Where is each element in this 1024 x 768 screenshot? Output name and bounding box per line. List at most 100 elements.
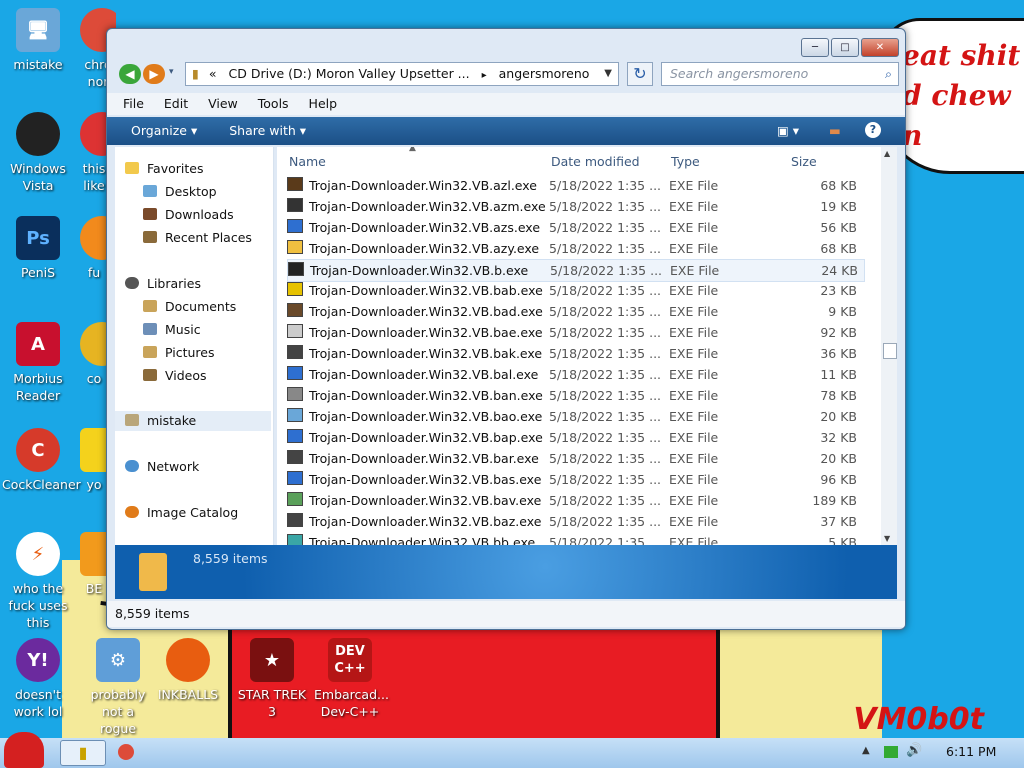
- desktop-icon-inkballs[interactable]: INKBALLS: [152, 638, 224, 703]
- desktop-icon-label: mistake: [13, 57, 63, 72]
- desktop-icon-yo[interactable]: yo: [80, 428, 108, 493]
- file-row[interactable]: Trojan-Downloader.Win32.VB.bar.exe 5/18/2…: [287, 448, 863, 469]
- nav-libraries[interactable]: Libraries: [125, 274, 201, 294]
- file-row[interactable]: Trojan-Downloader.Win32.VB.bb.exe 5/18/20…: [287, 532, 863, 545]
- start-button[interactable]: [4, 732, 44, 768]
- share-with-button[interactable]: Share with ▾: [229, 123, 306, 138]
- forward-button[interactable]: ▶: [143, 64, 165, 84]
- desktop-icon-probably-not-a-rogue[interactable]: ⚙ probably not a rogue: [82, 638, 154, 737]
- scrollbar-thumb[interactable]: [883, 343, 897, 359]
- close-button[interactable]: ✕: [861, 38, 899, 57]
- file-row[interactable]: Trojan-Downloader.Win32.VB.baz.exe 5/18/2…: [287, 511, 863, 532]
- desktop-icon-co[interactable]: co: [80, 322, 108, 387]
- desktop-icon-doesnt-work[interactable]: Y! doesn't work lol: [2, 638, 74, 720]
- address-segment-folder[interactable]: angersmoreno: [499, 66, 590, 81]
- app-icon: [80, 112, 108, 156]
- address-bar[interactable]: ▮ « CD Drive (D:) Moron Valley Upsetter …: [185, 62, 619, 86]
- file-row[interactable]: Trojan-Downloader.Win32.VB.bab.exe 5/18/2…: [287, 280, 863, 301]
- desktop-icon-cockcleaner[interactable]: C CockCleaner: [2, 428, 81, 493]
- column-header-size[interactable]: Size: [791, 151, 817, 173]
- nav-downloads[interactable]: Downloads: [143, 205, 234, 225]
- desktop-icon-windows-vista[interactable]: Windows Vista: [2, 112, 74, 194]
- file-row[interactable]: Trojan-Downloader.Win32.VB.bad.exe 5/18/2…: [287, 301, 863, 322]
- file-size: 23 KB: [820, 283, 857, 298]
- file-date: 5/18/2022 1:35 ...: [549, 220, 662, 235]
- menu-tools[interactable]: Tools: [258, 96, 289, 111]
- desktop-icon-label: PeniS: [20, 265, 56, 280]
- chrome-icon[interactable]: [118, 744, 134, 760]
- desktop-icon-mistake[interactable]: 🖥 mistake: [2, 8, 74, 73]
- vertical-scrollbar[interactable]: ▲ ▼: [881, 147, 897, 545]
- nav-favorites[interactable]: Favorites: [125, 159, 203, 179]
- desktop-icon-be[interactable]: BE: [80, 532, 108, 597]
- exe-file-icon: [287, 198, 303, 212]
- views-icon[interactable]: ▣ ▾: [777, 117, 799, 145]
- nav-image-catalog[interactable]: Image Catalog: [125, 503, 238, 523]
- column-header-type[interactable]: Type: [671, 151, 700, 173]
- volume-icon[interactable]: 🔊: [906, 743, 922, 758]
- tray-expand-icon[interactable]: ▲: [862, 745, 870, 756]
- ccleaner-icon: C: [16, 428, 60, 472]
- file-row[interactable]: Trojan-Downloader.Win32.VB.azm.exe 5/18/2…: [287, 196, 863, 217]
- nav-network[interactable]: Network: [125, 457, 199, 477]
- taskbar-explorer-button[interactable]: ▮: [60, 740, 106, 766]
- address-dropdown-icon[interactable]: ▼: [604, 63, 612, 85]
- help-icon[interactable]: ?: [865, 122, 881, 138]
- file-row[interactable]: Trojan-Downloader.Win32.VB.b.exe 5/18/202…: [287, 259, 865, 282]
- file-name: Trojan-Downloader.Win32.VB.bao.exe: [309, 409, 543, 424]
- file-row[interactable]: Trojan-Downloader.Win32.VB.bao.exe 5/18/2…: [287, 406, 863, 427]
- network-tray-icon[interactable]: [884, 746, 898, 758]
- refresh-icon[interactable]: ↻: [627, 62, 653, 86]
- network-icon: [125, 460, 139, 472]
- menu-view[interactable]: View: [208, 96, 238, 111]
- desktop-icon-morbius-reader[interactable]: A Morbius Reader: [2, 322, 74, 404]
- column-header-name[interactable]: Name: [289, 151, 326, 173]
- clock[interactable]: 6:11 PM: [946, 744, 996, 759]
- file-row[interactable]: Trojan-Downloader.Win32.VB.bak.exe 5/18/2…: [287, 343, 863, 364]
- menu-edit[interactable]: Edit: [164, 96, 188, 111]
- search-input[interactable]: Search angersmoreno ⌕: [661, 62, 899, 86]
- address-segment-drive[interactable]: CD Drive (D:) Moron Valley Upsetter ...: [229, 66, 470, 81]
- nav-documents[interactable]: Documents: [143, 297, 236, 317]
- file-size: 189 KB: [812, 493, 857, 508]
- menu-file[interactable]: File: [123, 96, 144, 111]
- file-type: EXE File: [670, 263, 720, 278]
- details-pane: 8,559 items: [115, 545, 897, 599]
- file-type: EXE File: [669, 220, 719, 235]
- desktop-icon-star-trek-3[interactable]: ★ STAR TREK 3: [236, 638, 308, 720]
- nav-recent-places[interactable]: Recent Places: [143, 228, 252, 248]
- desktop-icon-dev-cpp[interactable]: DEV C++ Embarcad... Dev-C++: [314, 638, 389, 720]
- file-row[interactable]: Trojan-Downloader.Win32.VB.bae.exe 5/18/2…: [287, 322, 863, 343]
- organize-button[interactable]: Organize ▾: [131, 123, 197, 138]
- column-header-date[interactable]: Date modified: [551, 151, 640, 173]
- back-button[interactable]: ◀: [119, 64, 141, 84]
- recent-pages-chevron-icon[interactable]: ▾: [169, 67, 174, 77]
- nav-desktop[interactable]: Desktop: [143, 182, 217, 202]
- file-row[interactable]: Trojan-Downloader.Win32.VB.azy.exe 5/18/2…: [287, 238, 863, 259]
- scroll-up-icon[interactable]: ▲: [884, 149, 890, 158]
- file-row[interactable]: Trojan-Downloader.Win32.VB.bas.exe 5/18/2…: [287, 469, 863, 490]
- desktop-icon-this[interactable]: this like: [80, 112, 108, 194]
- user-folder-icon: [125, 414, 139, 426]
- file-row[interactable]: Trojan-Downloader.Win32.VB.azl.exe 5/18/2…: [287, 175, 863, 196]
- nav-mistake[interactable]: mistake: [115, 411, 271, 431]
- file-name: Trojan-Downloader.Win32.VB.bar.exe: [309, 451, 539, 466]
- preview-pane-icon[interactable]: ▬: [829, 117, 841, 145]
- nav-videos[interactable]: Videos: [143, 366, 207, 386]
- file-row[interactable]: Trojan-Downloader.Win32.VB.azs.exe 5/18/2…: [287, 217, 863, 238]
- file-row[interactable]: Trojan-Downloader.Win32.VB.bap.exe 5/18/2…: [287, 427, 863, 448]
- menu-help[interactable]: Help: [309, 96, 338, 111]
- desktop-icon-penis[interactable]: Ps PeniS: [2, 216, 74, 281]
- nav-pictures[interactable]: Pictures: [143, 343, 215, 363]
- desktop-icon-who-the-fuck-uses-this[interactable]: ⚡ who the fuck uses this: [2, 532, 74, 631]
- search-icon[interactable]: ⌕: [885, 63, 892, 85]
- scroll-down-icon[interactable]: ▼: [884, 534, 890, 543]
- minimize-button[interactable]: ─: [801, 38, 829, 57]
- file-row[interactable]: Trojan-Downloader.Win32.VB.ban.exe 5/18/2…: [287, 385, 863, 406]
- file-row[interactable]: Trojan-Downloader.Win32.VB.bal.exe 5/18/2…: [287, 364, 863, 385]
- maximize-button[interactable]: □: [831, 38, 859, 57]
- desktop-icon-fu[interactable]: fu: [80, 216, 108, 281]
- nav-music[interactable]: Music: [143, 320, 201, 340]
- file-row[interactable]: Trojan-Downloader.Win32.VB.bav.exe 5/18/2…: [287, 490, 863, 511]
- address-overflow[interactable]: «: [209, 66, 217, 81]
